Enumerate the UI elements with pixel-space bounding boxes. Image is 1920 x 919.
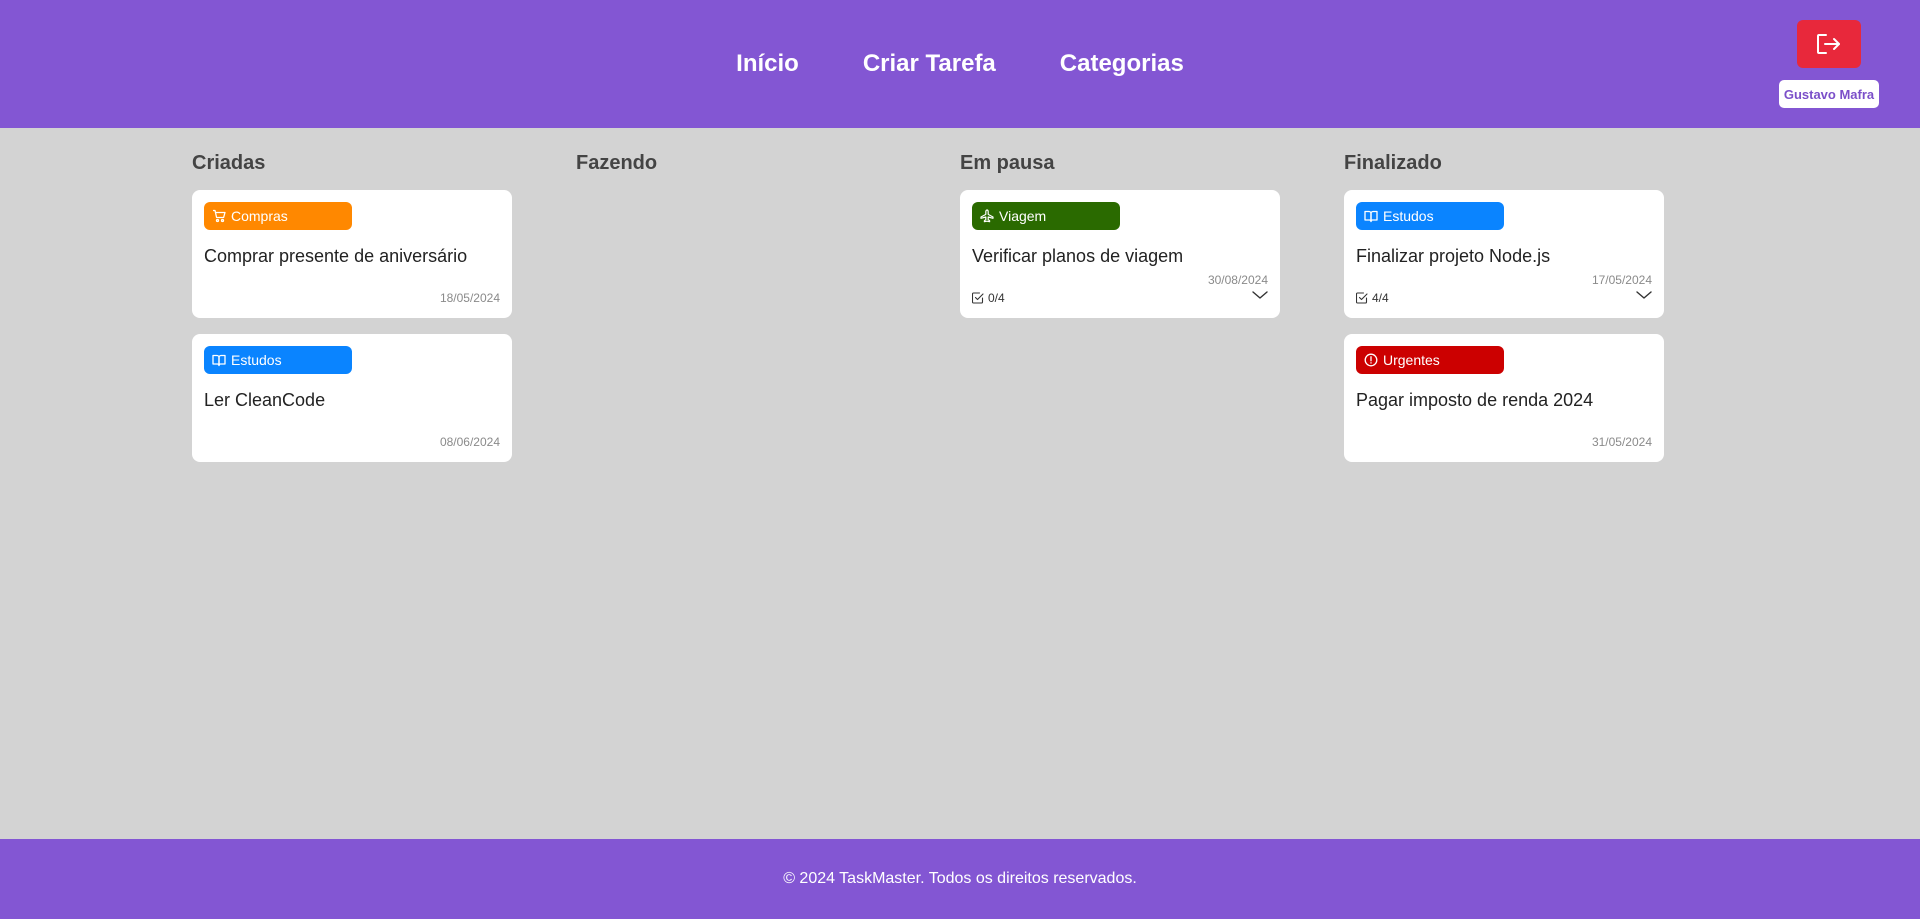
logout-button[interactable]	[1797, 20, 1861, 68]
subtask-count: 0/4	[988, 291, 1005, 305]
top-header: Início Criar Tarefa Categorias Gustavo M…	[0, 0, 1920, 128]
task-date: 30/08/2024	[1207, 273, 1268, 287]
task-card[interactable]: Estudos Ler CleanCode 08/06/2024	[192, 334, 512, 462]
column-title: Em pausa	[960, 152, 1055, 174]
task-card[interactable]: Urgentes Pagar imposto de renda 2024 31/…	[1344, 334, 1664, 462]
user-name-badge: Gustavo Mafra	[1779, 80, 1879, 108]
nav-item-categorias[interactable]: Categorias	[1060, 50, 1184, 78]
nav-item-inicio[interactable]: Início	[736, 50, 799, 78]
chevron-down-icon[interactable]	[1636, 290, 1652, 300]
category-tag: Urgentes	[1356, 346, 1504, 374]
task-date: 08/06/2024	[439, 435, 500, 449]
task-date: 18/05/2024	[439, 291, 500, 305]
task-card[interactable]: Viagem Verificar planos de viagem 30/08/…	[960, 190, 1280, 318]
task-card[interactable]: Estudos Finalizar projeto Node.js 17/05/…	[1344, 190, 1664, 318]
column-fazendo: Fazendo	[576, 150, 896, 478]
task-title: Ler CleanCode	[204, 390, 326, 410]
subtask-count: 4/4	[1372, 291, 1389, 305]
category-tag: Compras	[204, 202, 352, 230]
book-icon	[1364, 210, 1378, 223]
subtask-progress: 4/4	[1356, 291, 1389, 305]
nav-item-criar-tarefa[interactable]: Criar Tarefa	[863, 50, 996, 78]
task-title: Comprar presente de aniversário	[204, 246, 468, 266]
task-title: Verificar planos de viagem	[972, 246, 1184, 266]
checklist-icon	[972, 292, 984, 304]
category-tag: Estudos	[204, 346, 352, 374]
task-title: Finalizar projeto Node.js	[1356, 246, 1551, 266]
cart-icon	[213, 209, 226, 223]
category-tag: Viagem	[972, 202, 1120, 230]
tag-label: Estudos	[1383, 208, 1434, 224]
main-nav: Início Criar Tarefa Categorias	[0, 0, 1920, 128]
column-finalizado: Finalizado Estudos Finalizar projeto Nod…	[1344, 150, 1664, 478]
chevron-down-icon[interactable]	[1252, 290, 1268, 300]
task-date: 17/05/2024	[1591, 273, 1652, 287]
logout-icon	[1817, 34, 1840, 54]
task-title: Pagar imposto de renda 2024	[1356, 390, 1594, 410]
book-icon	[212, 354, 226, 367]
checklist-icon	[1356, 292, 1368, 304]
tag-label: Urgentes	[1383, 352, 1440, 368]
column-title: Criadas	[192, 152, 266, 174]
alert-icon	[1364, 353, 1378, 367]
tag-label: Estudos	[231, 352, 282, 368]
subtask-progress: 0/4	[972, 291, 1005, 305]
category-tag: Estudos	[1356, 202, 1504, 230]
task-board: Criadas Compras Comprar presente de aniv…	[192, 150, 1728, 478]
plane-icon	[980, 209, 994, 223]
column-title: Fazendo	[576, 152, 658, 174]
task-date: 31/05/2024	[1591, 435, 1652, 449]
column-em-pausa: Em pausa Viagem Verificar planos de viag…	[960, 150, 1280, 478]
tag-label: Viagem	[999, 208, 1047, 224]
column-criadas: Criadas Compras Comprar presente de aniv…	[192, 150, 512, 478]
task-card[interactable]: Compras Comprar presente de aniversário …	[192, 190, 512, 318]
copyright-text: © 2024 TaskMaster. Todos os direitos res…	[783, 870, 1137, 887]
tag-label: Compras	[231, 208, 288, 224]
page-footer: © 2024 TaskMaster. Todos os direitos res…	[0, 839, 1920, 919]
column-title: Finalizado	[1344, 152, 1442, 174]
